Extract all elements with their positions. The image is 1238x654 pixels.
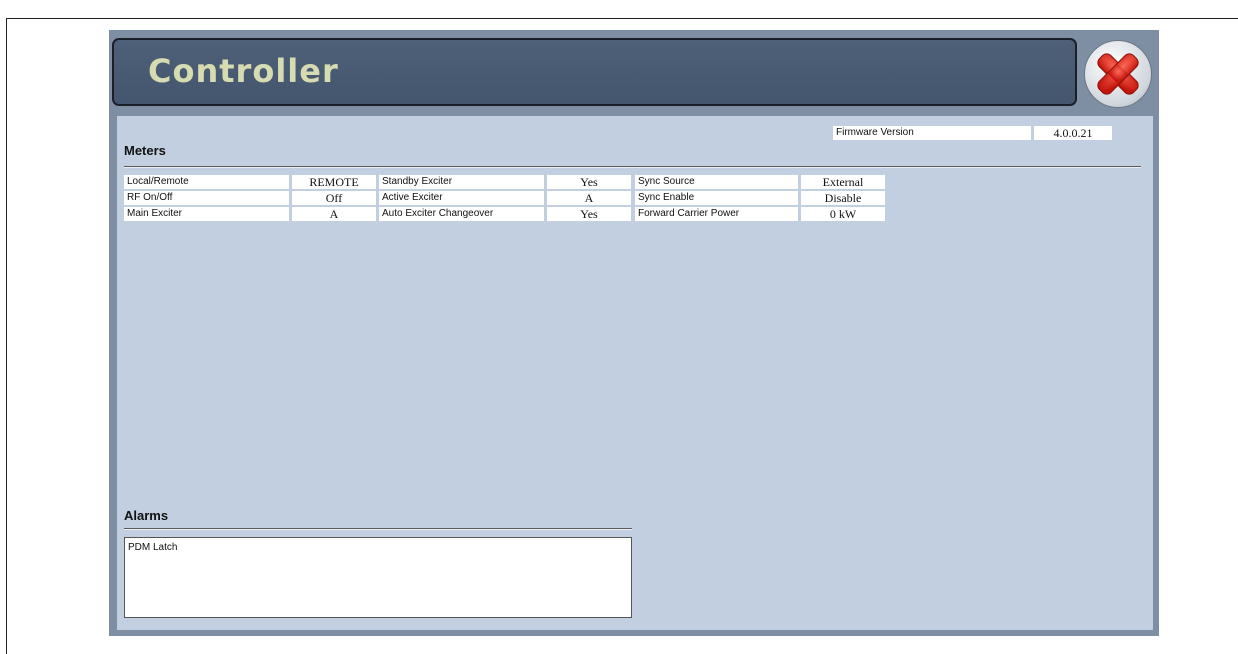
meter-label-auto-exciter-changeover: Auto Exciter Changeover — [379, 207, 544, 221]
meter-label-standby-exciter: Standby Exciter — [379, 175, 544, 189]
main-panel: Firmware Version 4.0.0.21 Meters Local/R… — [117, 116, 1153, 630]
alarms-heading: Alarms — [124, 508, 169, 523]
close-button[interactable] — [1084, 40, 1152, 108]
meter-value-sync-source: External — [801, 175, 885, 189]
title-bar: Controller — [112, 38, 1077, 106]
meters-heading: Meters — [124, 143, 166, 158]
meter-value-active-exciter: A — [547, 191, 631, 205]
meter-label-local-remote: Local/Remote — [124, 175, 289, 189]
alarms-list: PDM Latch — [124, 537, 632, 618]
meter-label-sync-enable: Sync Enable — [635, 191, 798, 205]
meter-value-standby-exciter: Yes — [547, 175, 631, 189]
meter-value-forward-carrier-power: 0 kW — [801, 207, 885, 221]
meter-label-rf-on-off: RF On/Off — [124, 191, 289, 205]
meter-label-main-exciter: Main Exciter — [124, 207, 289, 221]
firmware-label: Firmware Version — [833, 126, 1031, 140]
alarms-divider — [124, 528, 632, 530]
meter-label-forward-carrier-power: Forward Carrier Power — [635, 207, 798, 221]
meter-value-main-exciter: A — [292, 207, 376, 221]
meter-value-rf-on-off: Off — [292, 191, 376, 205]
meter-value-local-remote: REMOTE — [292, 175, 376, 189]
meter-value-auto-exciter-changeover: Yes — [547, 207, 631, 221]
firmware-value: 4.0.0.21 — [1034, 126, 1112, 140]
controller-screen: Controller Firmware Version 4.0.0.21 Met… — [109, 30, 1159, 636]
meters-divider — [124, 166, 1141, 168]
meter-label-sync-source: Sync Source — [635, 175, 798, 189]
alarm-item: PDM Latch — [128, 542, 178, 553]
close-icon — [1097, 53, 1139, 95]
meter-value-sync-enable: Disable — [801, 191, 885, 205]
page-title: Controller — [148, 52, 339, 90]
document-frame: Controller Firmware Version 4.0.0.21 Met… — [6, 0, 1238, 654]
meter-label-active-exciter: Active Exciter — [379, 191, 544, 205]
